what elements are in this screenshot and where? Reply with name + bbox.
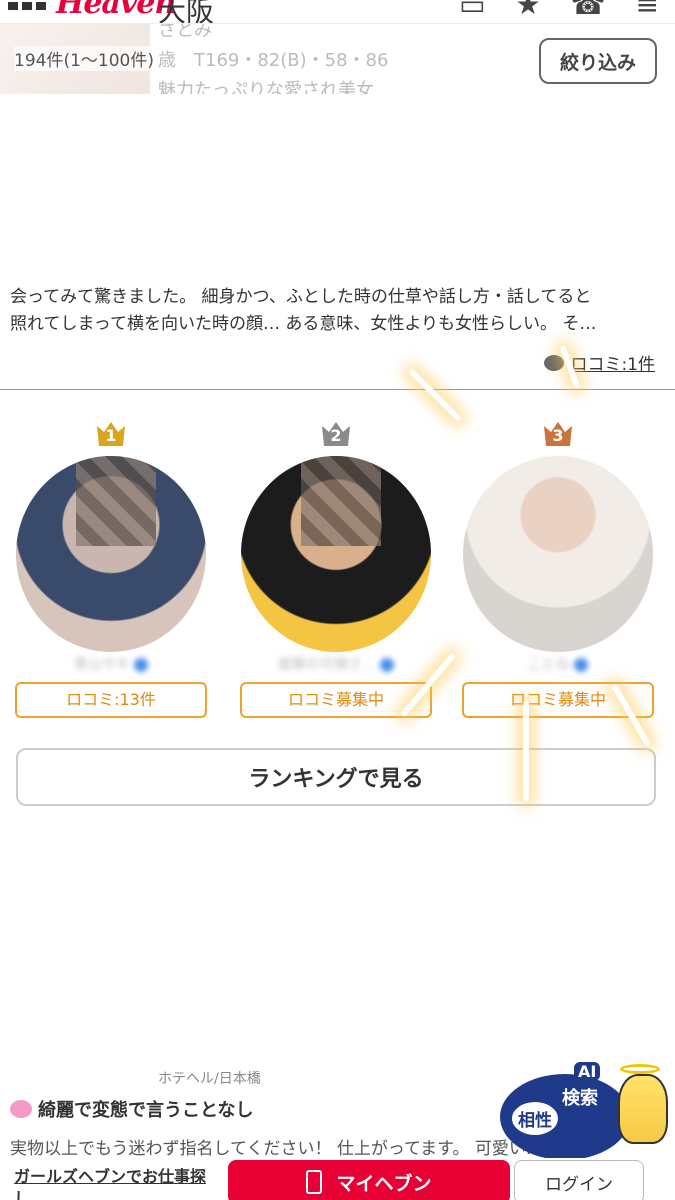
star-icon[interactable]: ★	[516, 0, 541, 21]
hamburger-icon[interactable]: ≡	[636, 0, 659, 21]
review-title-row[interactable]: 綺麗で変態で言うことなし	[10, 1096, 253, 1122]
section-divider	[0, 389, 675, 390]
girl-spec: 歳 T169・82(B)・58・86	[158, 50, 389, 71]
menu-icon[interactable]	[8, 2, 46, 10]
girl-name: ことね	[527, 657, 570, 673]
crown-icon: 3	[542, 418, 574, 448]
speech-bubble-icon	[10, 1100, 32, 1118]
girl-name: 姫華の可憐さ…	[277, 657, 376, 673]
previous-shop-card[interactable]: さとみ 歳 T169・82(B)・58・86 魅力たっぷりな愛され美女 194件…	[0, 24, 675, 94]
login-button[interactable]: ログイン	[514, 1160, 644, 1200]
ranking-item-1[interactable]: 1 青山サキ ロコミ:13件	[13, 418, 209, 718]
myheaven-label: マイヘブン	[336, 1172, 432, 1195]
ai-label: AI	[574, 1062, 601, 1081]
girl-name: さとみ	[158, 24, 212, 41]
verified-icon	[574, 658, 589, 672]
myheaven-button[interactable]: マイヘブン	[228, 1160, 510, 1200]
ai-search-badge[interactable]: AI 検索 相性	[500, 1060, 670, 1160]
header-icons: ▭ ★ ☎ ≡	[459, 0, 659, 21]
area-label[interactable]: 大阪	[158, 0, 214, 23]
shop-genre: ホテヘル/日本橋	[158, 1071, 261, 1087]
girl-name-row: ことね	[460, 654, 656, 678]
girl-photo[interactable]	[463, 456, 653, 652]
mosaic-overlay	[301, 456, 381, 546]
review-excerpt[interactable]: 会ってみて驚きました。 細身かつ、ふとした時の仕草や話し方・話してると 照れてし…	[10, 284, 660, 338]
kuchikomi-button[interactable]: ロコミ:13件	[15, 682, 207, 718]
girl-photo[interactable]	[16, 456, 206, 652]
ranking-item-2[interactable]: 2 姫華の可憐さ… ロコミ募集中	[238, 418, 434, 718]
filter-button[interactable]: 絞り込み	[539, 38, 657, 84]
kuchikomi-count-link[interactable]: ロコミ:1件	[544, 350, 655, 375]
compatibility-label: 相性	[512, 1102, 558, 1135]
crown-icon: 1	[95, 418, 127, 448]
halo-icon	[620, 1064, 660, 1074]
girl-name-row: 姫華の可憐さ…	[238, 654, 434, 678]
view-ranking-button[interactable]: ランキングで見る	[16, 748, 656, 806]
ranking-item-3[interactable]: 3 ことね ロコミ募集中	[460, 418, 656, 718]
app-header: Heaven 大阪 ▭ ★ ☎ ≡	[0, 0, 675, 24]
verified-icon	[380, 658, 395, 672]
mosaic-overlay	[76, 456, 156, 546]
phone-icon[interactable]: ☎	[571, 0, 606, 21]
rank-number: 3	[552, 426, 564, 445]
rank-number: 1	[105, 426, 117, 445]
rank-number: 2	[330, 426, 342, 445]
angel-character-icon	[618, 1074, 668, 1144]
verified-icon	[134, 658, 149, 672]
kuchikomi-count-label: ロコミ:1件	[570, 355, 655, 375]
kuchikomi-button[interactable]: ロコミ募集中	[462, 682, 654, 718]
message-icon[interactable]: ▭	[459, 0, 485, 21]
girl-catchphrase: 魅力たっぷりな愛され美女	[158, 80, 374, 94]
kuchikomi-button[interactable]: ロコミ募集中	[240, 682, 432, 718]
crown-icon: 2	[320, 418, 352, 448]
search-label: 検索	[562, 1088, 598, 1109]
review-line-2: 照れてしまって横を向いた時の顔… ある意味、女性よりも女性らしい。 そ…	[10, 314, 597, 334]
result-count: 194件(1〜100件)	[14, 46, 154, 71]
bottom-nav: ガールズヘブンでお仕事探し マイヘブン ログイン	[0, 1158, 675, 1200]
girl-name-row: 青山サキ	[13, 654, 209, 678]
review-title: 綺麗で変態で言うことなし	[38, 1100, 254, 1121]
smartphone-icon	[306, 1170, 323, 1194]
recruit-link[interactable]: ガールズヘブンでお仕事探し	[14, 1166, 214, 1200]
sparkle-decoration	[408, 368, 462, 422]
girl-name: 青山サキ	[73, 657, 130, 673]
girl-photo[interactable]	[241, 456, 431, 652]
speech-bubble-icon	[544, 354, 565, 371]
review-line-1: 会ってみて驚きました。 細身かつ、ふとした時の仕草や話し方・話してると	[10, 287, 592, 307]
